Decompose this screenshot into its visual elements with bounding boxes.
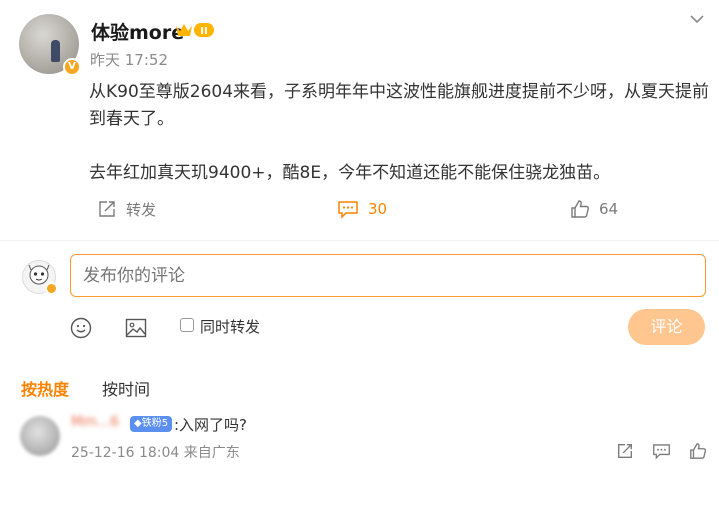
comment-icon [338,201,358,219]
thumbs-up-icon[interactable] [689,442,707,460]
sort-by-time-tab[interactable]: 按时间 [102,376,150,400]
post-text-line: 从K90至尊版2604来看，子系明年年中这波性能旗舰进度提前不少呀，从夏天提前 [89,82,710,102]
section-divider [0,240,719,241]
current-user-avatar[interactable] [22,260,58,295]
verified-badge-icon: V [63,58,81,76]
comment-input[interactable] [70,254,706,297]
image-icon[interactable] [125,318,147,338]
verified-small-icon [45,282,58,295]
repost-checkbox[interactable] [180,318,194,332]
post-time[interactable]: 昨天 17:52 [90,49,168,70]
avatar-figure [51,40,60,62]
repost-checkbox-label[interactable]: 同时转发 [200,316,260,337]
author-name[interactable]: 体验more [91,18,184,45]
submit-comment-button[interactable]: 评论 [628,309,705,345]
post-text-line: 去年红加真天玑9400+，酷8E，今年不知道还能不能保住骁龙独苗。 [89,163,611,183]
comment-count: 30 [368,200,388,218]
author-avatar[interactable]: V [19,14,81,76]
repost-label: 转发 [126,200,157,219]
like-button[interactable]: 64 [570,197,618,221]
share-icon[interactable] [616,442,634,460]
comment-icon[interactable] [652,442,671,460]
repost-icon [99,201,115,217]
member-crown-badge-icon[interactable]: II [174,20,216,40]
chevron-down-icon[interactable] [688,12,706,26]
like-count: 64 [599,200,619,218]
post-text-line: 到春天了。 [89,109,174,129]
sort-by-hot-tab[interactable]: 按热度 [21,376,69,400]
fan-level-badge: ◆铁粉5 [130,416,173,432]
commenter-avatar[interactable] [20,416,60,456]
comment-text: :入网了吗? [174,416,248,434]
commenter-name[interactable]: Mm...6 [71,414,119,430]
comment-button[interactable]: 30 [331,193,388,225]
repost-button[interactable]: 转发 [97,197,156,221]
thumbs-up-icon [571,200,589,218]
comment-meta: 25-12-16 18:04 来自广东 [71,445,240,461]
member-level-text: II [200,26,207,37]
emoji-icon[interactable] [70,317,92,339]
